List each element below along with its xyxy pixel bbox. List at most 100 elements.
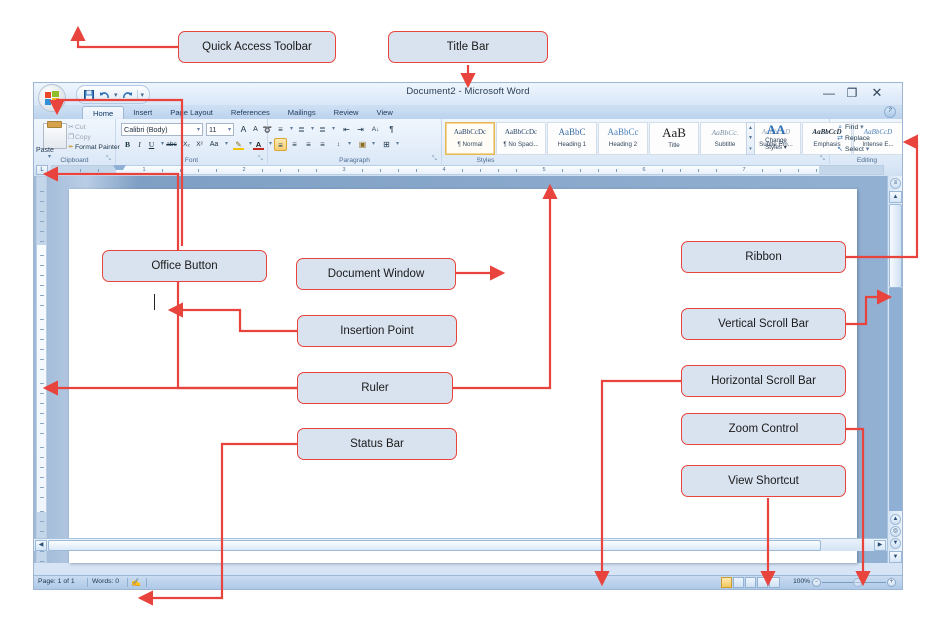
tab-mailings[interactable]: Mailings	[279, 106, 325, 119]
tab-references[interactable]: References	[222, 106, 279, 119]
save-icon[interactable]	[82, 88, 95, 101]
previous-page-button[interactable]: ▲	[890, 514, 901, 525]
font-dialog-launcher-icon[interactable]: ⤡	[258, 156, 265, 163]
paste-button-label[interactable]: Paste	[36, 147, 54, 154]
multilevel-list-dropdown-icon[interactable]: ▾	[327, 123, 340, 136]
show-formatting-marks-button[interactable]: ¶	[385, 123, 398, 136]
callout-ruler: Ruler	[297, 372, 453, 404]
zoom-out-button[interactable]: −	[812, 578, 821, 587]
styles-more-icon[interactable]: ▾	[749, 146, 752, 152]
minimize-button[interactable]: —	[819, 85, 839, 101]
undo-dropdown-icon[interactable]: ▾	[114, 91, 118, 99]
quick-access-toolbar[interactable]: ▾ ▾	[76, 85, 151, 104]
outline-view-button[interactable]	[757, 577, 768, 588]
zoom-in-button[interactable]: +	[887, 578, 896, 587]
superscript-button[interactable]: X²	[193, 138, 206, 151]
tab-page-layout[interactable]: Page Layout	[161, 106, 222, 119]
status-bar: Page: 1 of 1 Words: 0 ✍ 100% − +	[34, 575, 902, 589]
view-shortcut-buttons[interactable]	[721, 577, 780, 588]
scroll-left-button[interactable]: ◀	[35, 540, 47, 551]
tab-view[interactable]: View	[368, 106, 402, 119]
redo-icon[interactable]	[121, 88, 134, 101]
style-card-normal[interactable]: AaBbCcDc ¶ Normal	[445, 122, 495, 155]
page-info[interactable]: Page: 1 of 1	[38, 578, 75, 585]
font-name-input[interactable]: Calibri (Body) ▾	[121, 123, 203, 136]
style-card-heading-1[interactable]: AaBbC Heading 1	[547, 122, 597, 155]
styles-gallery-scroll[interactable]: ▲ ▼ ▾	[746, 122, 755, 155]
style-card-no-spacing[interactable]: AaBbCcDc ¶ No Spaci...	[496, 122, 546, 155]
zoom-percent-label[interactable]: 100%	[793, 578, 810, 585]
strikethrough-button[interactable]: abc	[164, 138, 179, 151]
clipboard-dialog-launcher-icon[interactable]: ⤡	[106, 156, 113, 163]
callout-office-button: Office Button	[102, 250, 267, 282]
style-card-subtitle[interactable]: AaBbCc. Subtitle	[700, 122, 750, 155]
paste-icon[interactable]	[43, 121, 67, 149]
status-separator	[127, 578, 128, 587]
justify-button[interactable]: ≡	[316, 138, 329, 151]
horizontal-ruler[interactable]: 1 2 3 4 5 6 7	[51, 165, 884, 183]
vertical-scroll-track[interactable]	[889, 288, 902, 511]
next-page-button[interactable]: ▼	[890, 538, 901, 549]
help-icon[interactable]: ?	[884, 106, 896, 118]
style-card-heading-2[interactable]: AaBbCc Heading 2	[598, 122, 648, 155]
full-screen-reading-view-button[interactable]	[733, 577, 744, 588]
shading-dropdown-icon[interactable]: ▾	[367, 138, 380, 151]
web-layout-view-button[interactable]	[745, 577, 756, 588]
align-left-button[interactable]: ≡	[274, 138, 287, 151]
horizontal-scroll-bar[interactable]: ◀ ▶	[34, 538, 887, 551]
borders-dropdown-icon[interactable]: ▾	[391, 138, 404, 151]
ruler-row: L 1 2 3 4 5 6 7	[34, 164, 902, 183]
scroll-down-button[interactable]: ▼	[889, 551, 902, 563]
vertical-scroll-thumb[interactable]	[889, 204, 902, 288]
tab-insert[interactable]: Insert	[124, 106, 161, 119]
ruler-number: 6	[642, 167, 646, 173]
cut-button[interactable]: ✂Cut	[67, 123, 85, 131]
find-button[interactable]: ⌕ Find ▾	[835, 123, 863, 132]
maximize-button[interactable]: ❐	[842, 85, 862, 101]
customize-qat-dropdown-icon[interactable]: ▾	[141, 91, 145, 99]
align-right-button[interactable]: ≡	[302, 138, 315, 151]
select-button[interactable]: ↖ Select ▾	[835, 145, 869, 153]
split-window-handle[interactable]: ≡	[890, 178, 901, 189]
subscript-button[interactable]: X₂	[180, 138, 193, 151]
scroll-up-button[interactable]: ▲	[889, 191, 902, 203]
select-browse-object-button[interactable]: ◎	[890, 526, 901, 537]
tab-stop-selector[interactable]: L	[36, 165, 48, 175]
format-painter-button[interactable]: ✒Format Painter	[67, 143, 120, 151]
vertical-ruler[interactable]	[36, 176, 47, 563]
change-styles-button[interactable]: AA Change Styles ▾	[759, 122, 793, 151]
sort-button[interactable]: A↓	[369, 123, 382, 136]
style-name: ¶ Normal	[457, 141, 483, 148]
tab-review[interactable]: Review	[325, 106, 368, 119]
office-button[interactable]	[38, 84, 66, 112]
zoom-slider[interactable]: − +	[812, 578, 896, 587]
select-dropdown-icon: ▾	[865, 146, 870, 153]
decrease-indent-button[interactable]: ⇤	[340, 123, 353, 136]
font-size-input[interactable]: 11 ▾	[206, 123, 234, 136]
styles-scroll-down-icon[interactable]: ▼	[748, 135, 753, 141]
styles-scroll-up-icon[interactable]: ▲	[748, 125, 753, 131]
styles-dialog-launcher-icon[interactable]: ⤡	[820, 156, 827, 163]
style-card-title[interactable]: AaB Title	[649, 122, 699, 155]
tab-home[interactable]: Home	[82, 106, 125, 119]
undo-icon[interactable]	[98, 88, 111, 101]
word-count[interactable]: Words: 0	[92, 578, 119, 585]
copy-button[interactable]: ❐Copy	[67, 133, 91, 141]
increase-indent-button[interactable]: ⇥	[354, 123, 367, 136]
replace-button[interactable]: ⇄ Replace	[835, 134, 870, 142]
line-spacing-dropdown-icon[interactable]: ▾	[343, 138, 356, 151]
change-case-button[interactable]: Aa	[207, 138, 221, 151]
close-button[interactable]: ✕	[867, 85, 887, 101]
print-layout-view-button[interactable]	[721, 577, 732, 588]
zoom-slider-thumb[interactable]	[853, 578, 862, 587]
font-size-chevron-down-icon[interactable]: ▾	[228, 124, 231, 136]
vertical-scroll-bar[interactable]: ≡ ▲ ▲ ◎ ▼ ▼	[887, 176, 902, 563]
horizontal-scroll-thumb[interactable]	[48, 540, 821, 551]
draft-view-button[interactable]	[769, 577, 780, 588]
proofing-errors-icon[interactable]: ✍	[131, 578, 141, 587]
align-center-button[interactable]: ≡	[288, 138, 301, 151]
scroll-right-button[interactable]: ▶	[874, 540, 886, 551]
status-separator	[146, 578, 147, 587]
office-logo-icon	[44, 90, 60, 106]
font-name-chevron-down-icon[interactable]: ▾	[197, 124, 200, 136]
